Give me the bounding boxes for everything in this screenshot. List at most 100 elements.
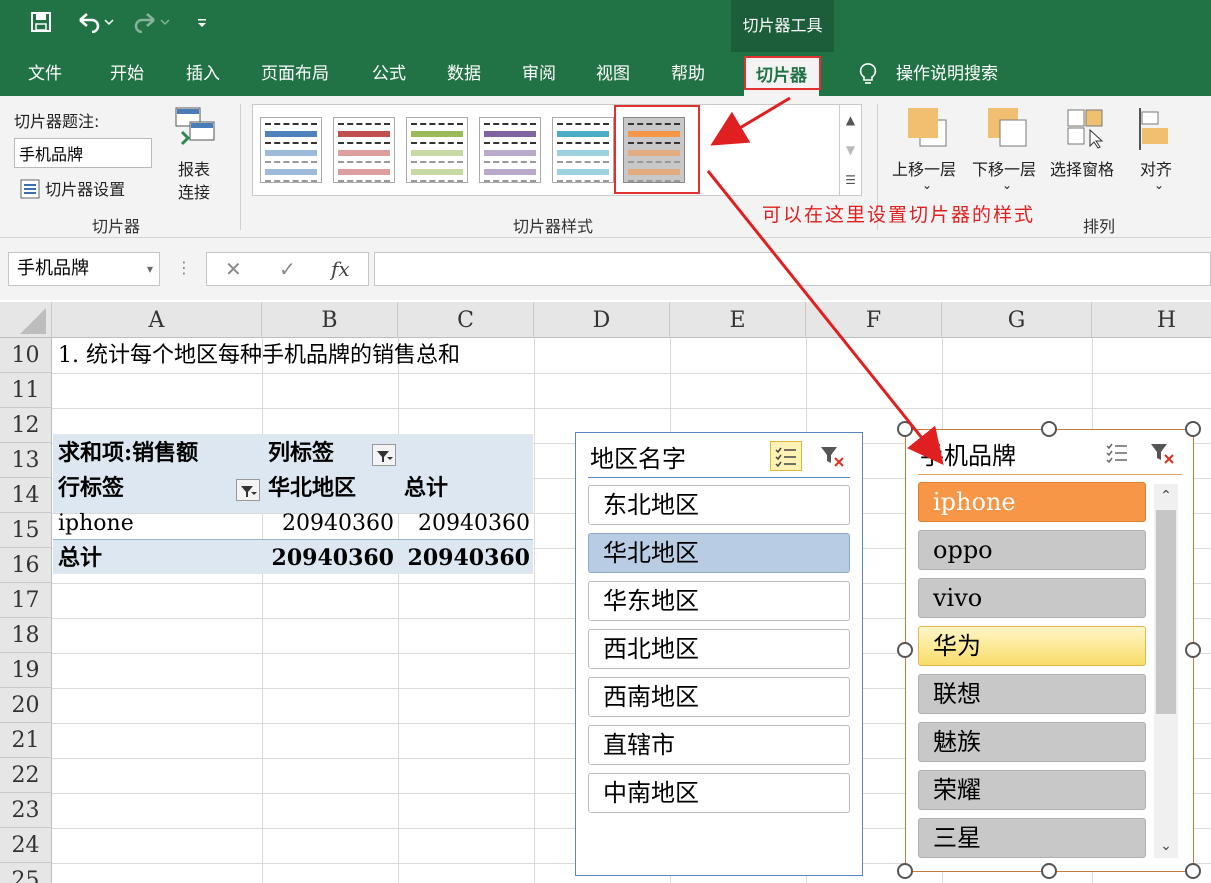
tab-data[interactable]: 数据 — [447, 52, 481, 96]
row-header-11[interactable]: 11 — [0, 373, 52, 408]
resize-handle[interactable] — [1185, 642, 1201, 658]
row-header-14[interactable]: 14 — [0, 478, 52, 513]
column-header-b[interactable]: B — [262, 302, 398, 338]
row-header-10[interactable]: 10 — [0, 338, 52, 373]
cell-c14[interactable]: 总计 — [404, 471, 448, 506]
clear-filter-button[interactable] — [1148, 438, 1178, 468]
slicer-item-hovered[interactable]: 华为 — [918, 626, 1146, 666]
resize-handle[interactable] — [897, 642, 913, 658]
slicer-item[interactable]: vivo — [918, 578, 1146, 618]
slicer-style-swatch[interactable] — [479, 117, 541, 183]
clear-filter-button[interactable] — [818, 441, 848, 471]
cell-c16[interactable]: 20940360 — [398, 541, 530, 576]
multi-select-button[interactable] — [1102, 438, 1132, 468]
resize-handle[interactable] — [1041, 421, 1057, 437]
undo-icon[interactable] — [76, 11, 114, 38]
column-header-d[interactable]: D — [534, 302, 670, 338]
report-connections-button[interactable]: 报表 连接 — [170, 106, 222, 206]
tab-page-layout[interactable]: 页面布局 — [261, 52, 329, 96]
tab-view[interactable]: 视图 — [596, 52, 630, 96]
resize-handle[interactable] — [1185, 863, 1201, 879]
formula-input[interactable] — [374, 252, 1211, 286]
tell-me-search[interactable]: 操作说明搜索 — [896, 52, 998, 96]
name-box[interactable]: 手机品牌 ▾ — [8, 252, 160, 286]
cell-a13[interactable]: 求和项:销售额 — [58, 436, 198, 471]
multi-select-button[interactable] — [770, 441, 802, 471]
slicer-item[interactable]: 荣耀 — [918, 770, 1146, 810]
column-header-h[interactable]: H — [1092, 302, 1211, 338]
lightbulb-icon[interactable] — [858, 52, 878, 96]
align-button[interactable]: 对齐 ⌄ — [1136, 104, 1186, 204]
slicer-settings-button[interactable]: 切片器设置 — [20, 176, 125, 200]
redo-icon[interactable] — [132, 11, 170, 38]
cell-b14[interactable]: 华北地区 — [268, 471, 356, 506]
column-header-e[interactable]: E — [670, 302, 806, 338]
slicer-item[interactable]: 直辖市 — [588, 725, 850, 765]
selection-pane-button[interactable]: 选择窗格 — [1050, 104, 1130, 204]
cell-a15[interactable]: iphone — [58, 506, 134, 541]
cell-b15[interactable]: 20940360 — [262, 506, 394, 541]
slicer-item[interactable]: oppo — [918, 530, 1146, 570]
row-header-19[interactable]: 19 — [0, 653, 52, 688]
tab-review[interactable]: 审阅 — [522, 52, 556, 96]
scrollbar-thumb[interactable] — [1156, 510, 1176, 714]
cancel-icon[interactable]: ✕ — [225, 253, 242, 285]
slicer-item-selected[interactable]: iphone — [918, 482, 1146, 522]
row-header-13[interactable]: 13 — [0, 443, 52, 478]
gallery-scroll-up[interactable]: ▲ — [839, 105, 861, 135]
insert-function-icon[interactable]: fx — [331, 253, 350, 285]
slicer-item[interactable]: 中南地区 — [588, 773, 850, 813]
slicer-scrollbar[interactable]: ⌃ ⌄ — [1154, 484, 1178, 858]
tab-insert[interactable]: 插入 — [186, 52, 220, 96]
cell-b16[interactable]: 20940360 — [262, 541, 394, 576]
resize-handle[interactable] — [1041, 863, 1057, 879]
scroll-down-icon[interactable]: ⌄ — [1154, 834, 1178, 858]
column-filter-button[interactable] — [372, 444, 396, 466]
tab-home[interactable]: 开始 — [110, 52, 144, 96]
slicer-style-swatch[interactable] — [406, 117, 468, 183]
tab-help[interactable]: 帮助 — [671, 52, 705, 96]
column-header-g[interactable]: G — [942, 302, 1092, 338]
row-header-15[interactable]: 15 — [0, 513, 52, 548]
cell-a16[interactable]: 总计 — [58, 541, 102, 576]
brand-slicer[interactable]: 手机品牌 iphone oppo vivo 华为 联想 魅族 荣耀 三星 ⌃ ⌄ — [905, 429, 1194, 872]
slicer-item[interactable]: 三星 — [918, 818, 1146, 858]
resize-handle[interactable] — [897, 421, 913, 437]
save-icon[interactable] — [30, 11, 52, 38]
resize-handle[interactable] — [897, 863, 913, 879]
row-header-16[interactable]: 16 — [0, 548, 52, 583]
slicer-style-swatch[interactable] — [333, 117, 395, 183]
gallery-scroll-down[interactable]: ▼ — [839, 135, 861, 165]
row-header-18[interactable]: 18 — [0, 618, 52, 653]
bring-forward-button[interactable]: 上移一层 ⌄ — [890, 104, 970, 204]
slicer-item[interactable]: 东北地区 — [588, 485, 850, 525]
row-header-24[interactable]: 24 — [0, 828, 52, 863]
scroll-up-icon[interactable]: ⌃ — [1154, 484, 1178, 508]
slicer-item[interactable]: 华东地区 — [588, 581, 850, 621]
send-backward-button[interactable]: 下移一层 ⌄ — [970, 104, 1050, 204]
cell-b13[interactable]: 列标签 — [268, 436, 334, 471]
cell-a10[interactable]: 1. 统计每个地区每种手机品牌的销售总和 — [58, 338, 460, 373]
region-slicer[interactable]: 地区名字 东北地区 华北地区 华东地区 西北地区 西南地区 直辖市 中南地区 — [575, 432, 863, 876]
row-header-12[interactable]: 12 — [0, 408, 52, 443]
row-header-21[interactable]: 21 — [0, 723, 52, 758]
resize-handle[interactable] — [1185, 421, 1201, 437]
select-all-corner[interactable] — [0, 302, 52, 338]
row-header-17[interactable]: 17 — [0, 583, 52, 618]
slicer-item[interactable]: 西北地区 — [588, 629, 850, 669]
row-header-23[interactable]: 23 — [0, 793, 52, 828]
column-header-c[interactable]: C — [398, 302, 534, 338]
tab-formulas[interactable]: 公式 — [372, 52, 406, 96]
slicer-item[interactable]: 西南地区 — [588, 677, 850, 717]
cell-a14[interactable]: 行标签 — [58, 471, 124, 506]
gallery-more-button[interactable]: ☰ — [839, 165, 861, 195]
slicer-item-selected[interactable]: 华北地区 — [588, 533, 850, 573]
slicer-caption-input[interactable] — [14, 138, 152, 168]
enter-icon[interactable]: ✓ — [279, 253, 296, 285]
customize-qat-icon[interactable] — [196, 11, 208, 38]
slicer-style-swatch[interactable] — [552, 117, 614, 183]
column-header-a[interactable]: A — [52, 302, 262, 338]
row-header-20[interactable]: 20 — [0, 688, 52, 723]
cell-c15[interactable]: 20940360 — [398, 506, 530, 541]
row-header-25[interactable]: 25 — [0, 863, 52, 883]
